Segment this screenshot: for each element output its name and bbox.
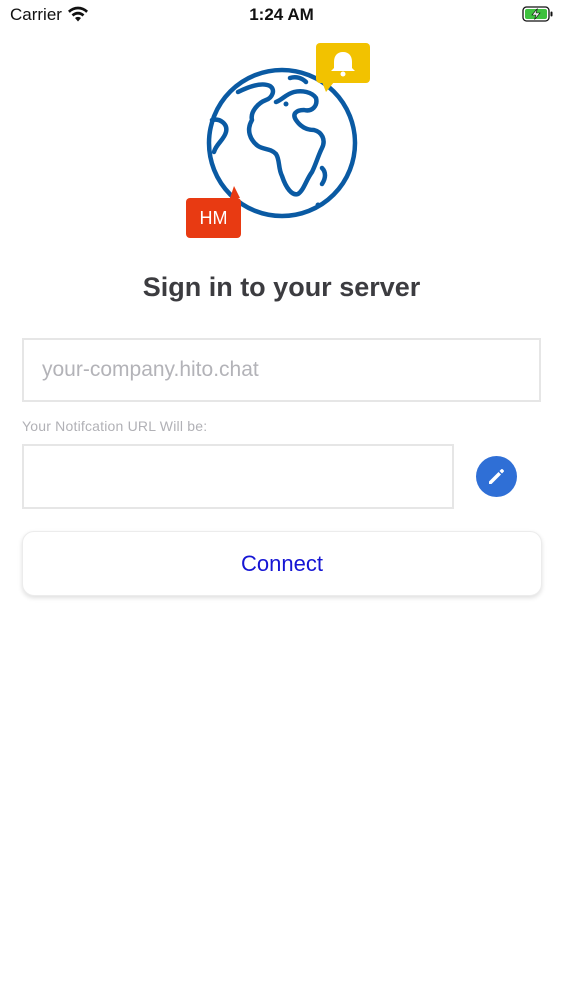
connect-button[interactable]: Connect — [22, 531, 542, 596]
battery-charging-icon — [522, 6, 553, 22]
clock: 1:24 AM — [249, 5, 314, 24]
notification-url-label: Your Notifcation URL Will be: — [22, 418, 208, 434]
sign-in-screen: Carrier 1:24 AM HM Sign in to your serve… — [0, 0, 563, 1000]
notification-url-field[interactable] — [22, 444, 454, 509]
bell-notification-bubble — [316, 43, 370, 92]
status-bar: Carrier 1:24 AM — [0, 0, 563, 30]
edit-notification-url-button[interactable] — [476, 456, 517, 497]
page-title: Sign in to your server — [142, 272, 421, 302]
pencil-icon — [489, 469, 504, 484]
server-url-input[interactable] — [22, 338, 541, 402]
hm-badge-text: HM — [199, 208, 228, 228]
globe-icon — [206, 67, 358, 219]
